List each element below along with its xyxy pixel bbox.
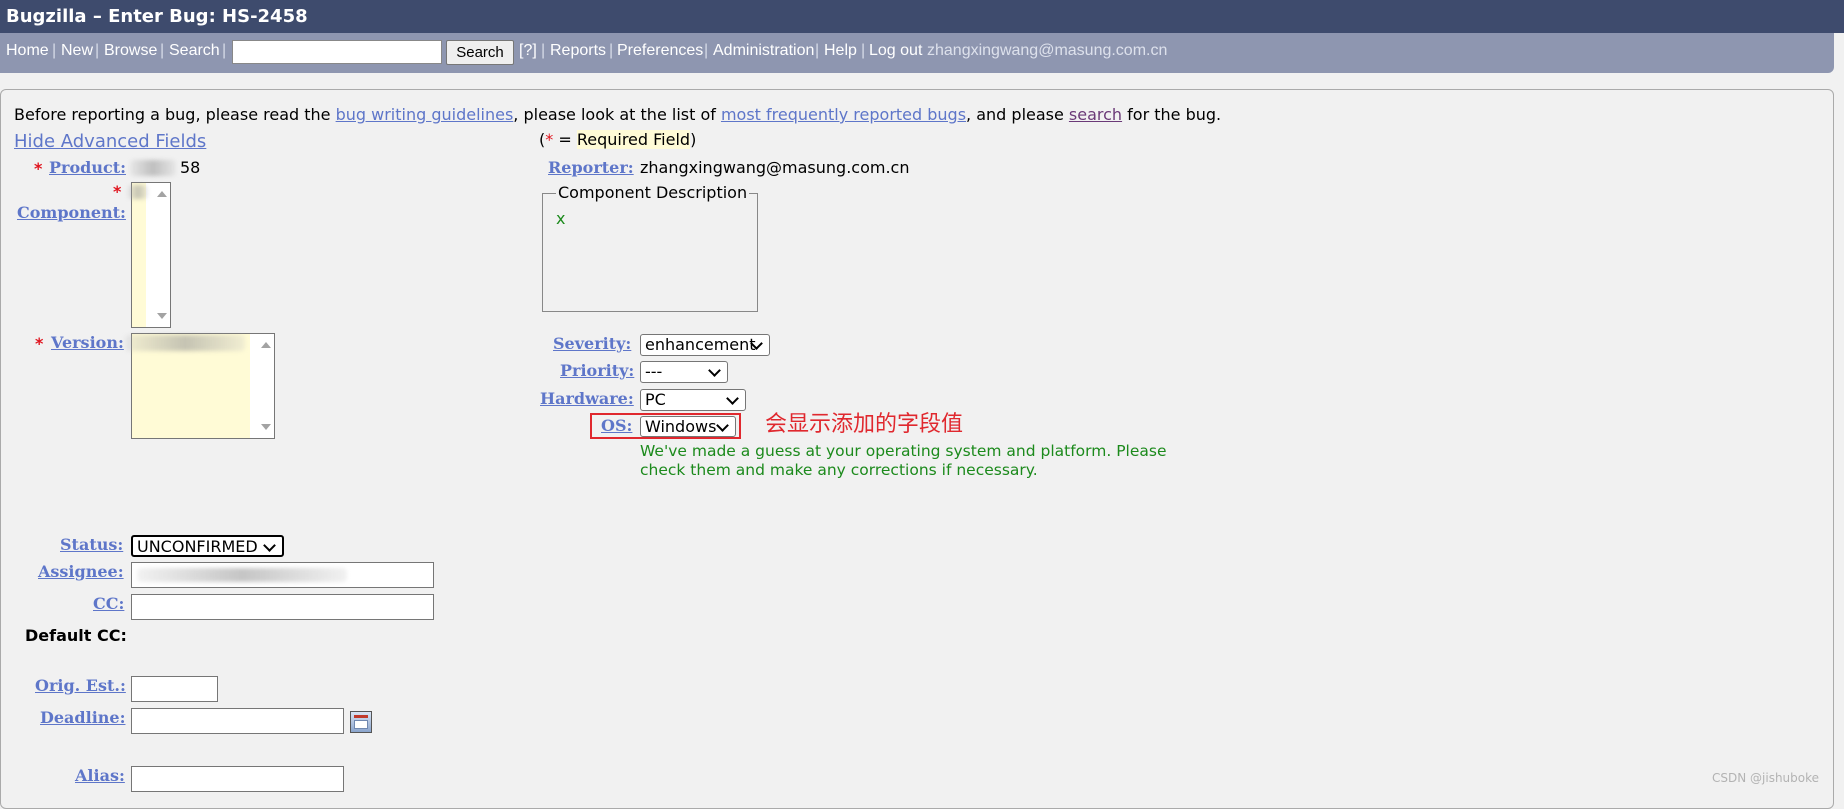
nav-separator: | — [609, 42, 614, 59]
nav-bar: Home | New | Browse | Search | Search [?… — [0, 33, 1834, 73]
cc-input[interactable] — [131, 594, 434, 620]
nav-separator: | — [95, 42, 100, 59]
bug-writing-guidelines-link[interactable]: bug writing guidelines — [336, 105, 514, 124]
chevron-down-icon — [263, 539, 276, 552]
nav-separator: | — [52, 42, 57, 59]
quicksearch-input[interactable] — [232, 40, 442, 64]
status-select-value: UNCONFIRMED — [137, 537, 258, 556]
nav-separator: | — [861, 42, 866, 59]
deadline-input[interactable] — [131, 708, 344, 734]
priority-select[interactable]: --- — [640, 361, 728, 383]
component-listbox[interactable] — [131, 182, 171, 328]
chevron-down-icon — [726, 392, 739, 405]
alias-input[interactable] — [131, 766, 344, 792]
scroll-down-icon[interactable] — [261, 424, 271, 430]
nav-separator: | — [160, 42, 165, 59]
hardware-select-value: PC — [645, 390, 666, 409]
required-field-label: Required Field — [576, 130, 691, 149]
nav-separator: | — [541, 42, 546, 59]
intro-text-part: , and please — [966, 105, 1069, 124]
nav-new-link[interactable]: New — [61, 42, 93, 60]
cc-label[interactable]: CC: — [93, 594, 124, 613]
orig-est-label[interactable]: Orig. Est.: — [35, 676, 126, 695]
version-label[interactable]: Version: — [51, 333, 124, 352]
calendar-icon-header — [354, 715, 368, 718]
redacted-product-value — [130, 160, 176, 176]
frequent-bugs-link[interactable]: most frequently reported bugs — [721, 105, 966, 124]
required-star: * — [113, 182, 122, 201]
component-description-legend: Component Description — [556, 183, 750, 202]
search-link[interactable]: search — [1069, 105, 1122, 124]
product-label[interactable]: Product: — [49, 158, 126, 177]
deadline-label[interactable]: Deadline: — [40, 708, 125, 727]
nav-home-link[interactable]: Home — [6, 42, 49, 60]
severity-select-value: enhancement — [645, 335, 756, 354]
default-cc-label: Default CC: — [25, 626, 127, 645]
nav-administration-link[interactable]: Administration — [713, 42, 814, 60]
priority-select-value: --- — [645, 362, 663, 381]
nav-logout-link[interactable]: Log out — [869, 42, 922, 60]
nav-help-link[interactable]: Help — [824, 42, 857, 60]
annotation-text: 会显示添加的字段值 — [765, 412, 964, 437]
component-listbox-scrollbar[interactable] — [153, 183, 170, 327]
intro-text-part: Before reporting a bug, please read the — [14, 105, 336, 124]
nav-preferences-link[interactable]: Preferences — [617, 42, 703, 60]
assignee-label[interactable]: Assignee: — [38, 562, 124, 581]
nav-separator: | — [815, 42, 820, 59]
component-description-box — [542, 193, 758, 312]
status-label[interactable]: Status: — [60, 535, 123, 554]
quicksearch-help-link[interactable]: [?] — [519, 42, 537, 60]
chevron-down-icon — [708, 364, 721, 377]
reporter-label[interactable]: Reporter: — [548, 158, 634, 177]
watermark: CSDN @jishuboke — [1712, 771, 1820, 785]
version-listbox-scrollbar[interactable] — [257, 334, 274, 438]
hardware-select[interactable]: PC — [640, 389, 746, 411]
required-field-legend: (* = Required Field) — [539, 130, 696, 149]
component-description-text: x — [556, 209, 566, 228]
reporter-value: zhangxingwang@masung.com.cn — [640, 158, 910, 177]
severity-label[interactable]: Severity: — [553, 334, 631, 353]
nav-separator: | — [222, 42, 227, 59]
legend-equals: = — [553, 130, 577, 149]
calendar-icon[interactable] — [350, 711, 372, 733]
alias-label[interactable]: Alias: — [75, 766, 125, 785]
nav-browse-link[interactable]: Browse — [104, 42, 157, 60]
nav-reports-link[interactable]: Reports — [550, 42, 606, 60]
os-label[interactable]: OS: — [601, 416, 632, 435]
orig-est-input[interactable] — [131, 676, 218, 702]
chevron-down-icon — [716, 419, 729, 432]
component-label[interactable]: Component: — [17, 203, 126, 222]
intro-text: Before reporting a bug, please read the … — [14, 105, 1221, 124]
calendar-icon-grid — [354, 720, 368, 729]
scroll-up-icon[interactable] — [261, 342, 271, 348]
priority-label[interactable]: Priority: — [560, 361, 634, 380]
os-select[interactable]: Windows — [640, 416, 736, 437]
logged-in-user-email: zhangxingwang@masung.com.cn — [927, 42, 1168, 59]
redacted-version-value — [125, 335, 245, 351]
os-select-value: Windows — [645, 417, 717, 436]
intro-text-part: for the bug. — [1122, 105, 1222, 124]
component-listbox-selected — [132, 183, 146, 327]
severity-select[interactable]: enhancement — [640, 334, 770, 356]
window-title: Bugzilla – Enter Bug: HS-2458 — [0, 0, 1844, 33]
required-star: * — [34, 159, 43, 178]
legend-paren: ) — [690, 130, 697, 149]
scroll-up-icon[interactable] — [157, 191, 167, 197]
os-guess-note: We've made a guess at your operating sys… — [640, 442, 1167, 479]
quicksearch-button[interactable]: Search — [446, 40, 514, 65]
hide-advanced-fields-link[interactable]: Hide Advanced Fields — [14, 131, 206, 152]
redacted-assignee-value — [137, 568, 347, 582]
hardware-label[interactable]: Hardware: — [540, 389, 634, 408]
redacted-component-value — [128, 185, 148, 199]
scroll-down-icon[interactable] — [157, 313, 167, 319]
intro-text-part: , please look at the list of — [513, 105, 721, 124]
product-value: 58 — [180, 158, 201, 177]
nav-separator: | — [704, 42, 709, 59]
status-select[interactable]: UNCONFIRMED — [131, 535, 284, 557]
nav-search-link[interactable]: Search — [169, 42, 220, 60]
required-star: * — [35, 334, 44, 353]
